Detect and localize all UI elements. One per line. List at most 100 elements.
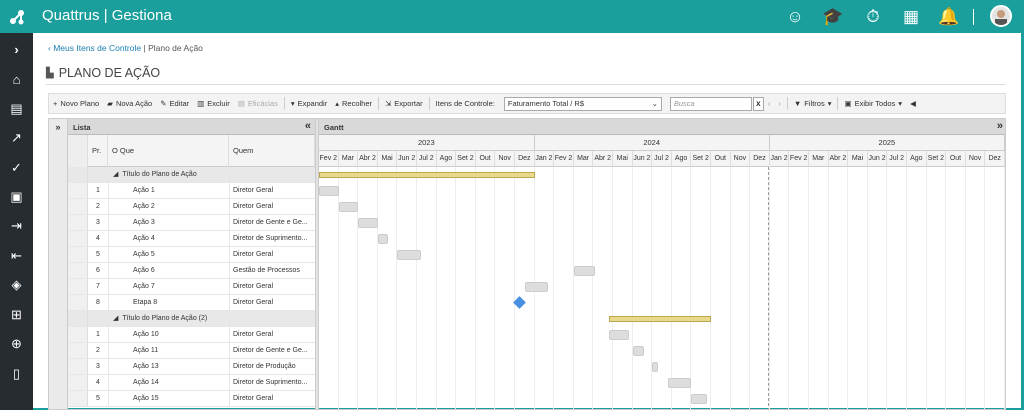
login-icon[interactable]: ⇤ — [0, 245, 33, 267]
what-cell[interactable]: ◢ Título do Plano de Ação (2) — [108, 311, 229, 326]
next-icon[interactable]: › — [774, 99, 785, 108]
task-bar[interactable] — [609, 330, 629, 340]
column-header-quem[interactable]: Quem — [229, 135, 315, 167]
avatar[interactable] — [990, 5, 1012, 27]
what-cell[interactable]: Ação 3 — [108, 215, 229, 230]
new-action-button[interactable]: ▰ Nova Ação — [103, 99, 156, 108]
table-row[interactable]: 5 Ação 15 Diretor Geral — [68, 391, 315, 407]
new-plan-button[interactable]: + Novo Plano — [49, 99, 103, 108]
table-row[interactable]: 2 Ação 2 Diretor Geral — [68, 199, 315, 215]
logo-icon[interactable] — [0, 0, 33, 33]
task-bar[interactable] — [338, 202, 359, 212]
who-cell[interactable]: Diretor Geral — [229, 295, 315, 310]
who-cell[interactable]: Gestão de Processos — [229, 263, 315, 278]
table-row[interactable]: 6 Ação 6 Gestão de Processos — [68, 263, 315, 279]
milestone-icon[interactable] — [513, 296, 526, 309]
expand-button[interactable]: ▾ Expandir — [287, 99, 331, 108]
filters-button[interactable]: ▼ Filtros ▾ — [790, 99, 836, 108]
table-row[interactable]: 3 Ação 3 Diretor de Gente e Ge... — [68, 215, 315, 231]
delete-button[interactable]: ▥ Excluir — [193, 99, 234, 108]
graduation-cap-icon[interactable]: 🎓 — [822, 6, 844, 28]
who-cell[interactable]: Diretor Geral — [229, 279, 315, 294]
collapse-group-icon[interactable]: ◢ — [113, 315, 118, 322]
apps-grid-icon[interactable]: ▦ — [900, 6, 922, 28]
summary-bar[interactable] — [319, 172, 535, 178]
export-icon[interactable]: ⇥ — [0, 215, 33, 237]
stopwatch-icon[interactable]: ⏱ — [862, 6, 884, 28]
what-cell[interactable]: Ação 4 — [108, 231, 229, 246]
table-row[interactable]: 8 Etapa 8 Diretor Geral — [68, 295, 315, 311]
table-row[interactable]: 7 Ação 7 Diretor Geral — [68, 279, 315, 295]
what-cell[interactable]: Ação 11 — [108, 343, 229, 358]
org-chart-icon[interactable]: ⊞ — [0, 304, 33, 326]
task-bar[interactable] — [632, 346, 645, 356]
what-cell[interactable]: Ação 10 — [108, 327, 229, 342]
efficacy-button[interactable]: ▤ Eficácias — [234, 99, 282, 108]
column-header-pr[interactable]: Pr. — [88, 135, 108, 167]
who-cell[interactable] — [229, 311, 315, 326]
who-cell[interactable]: Diretor Geral — [229, 327, 315, 342]
who-cell[interactable]: Diretor de Gente e Ge... — [229, 215, 315, 230]
collapse-button[interactable]: ▴ Recolher — [331, 99, 376, 108]
export-button[interactable]: ⇲ Exportar — [381, 99, 427, 108]
summary-bar[interactable] — [609, 316, 711, 322]
search-input[interactable]: Busca — [669, 96, 752, 111]
table-row[interactable]: 3 Ação 13 Diretor de Produção — [68, 359, 315, 375]
task-bar[interactable] — [358, 218, 378, 228]
who-cell[interactable] — [229, 167, 315, 182]
who-cell[interactable]: Diretor Geral — [229, 199, 315, 214]
what-cell[interactable]: Etapa 8 — [108, 295, 229, 310]
globe-icon[interactable]: ⊕ — [0, 333, 33, 355]
task-bar[interactable] — [652, 362, 659, 372]
task-bar[interactable] — [319, 186, 339, 196]
home-icon[interactable]: ⌂ — [0, 69, 33, 91]
book-icon[interactable]: ▯ — [0, 363, 33, 385]
task-bar[interactable] — [377, 234, 388, 244]
expand-left-icon[interactable]: » — [49, 119, 67, 132]
breadcrumb-link[interactable]: Meus Itens de Controle — [53, 43, 141, 53]
bell-icon[interactable]: 🔔 — [938, 6, 960, 28]
task-bar[interactable] — [524, 282, 549, 292]
who-cell[interactable]: Diretor Geral — [229, 391, 315, 406]
who-cell[interactable]: Diretor de Gente e Ge... — [229, 343, 315, 358]
what-cell[interactable]: Ação 1 — [108, 183, 229, 198]
notifications-chat-icon[interactable]: ☺ — [784, 6, 806, 28]
expand-gantt-icon[interactable]: » — [997, 120, 1003, 132]
task-bar[interactable] — [573, 266, 596, 276]
task-bar[interactable] — [397, 250, 421, 260]
what-cell[interactable]: Ação 6 — [108, 263, 229, 278]
layers-icon[interactable]: ◈ — [0, 274, 33, 296]
control-items-select[interactable]: Faturamento Total / R$ ⌄ — [503, 96, 662, 111]
table-row[interactable]: 2 Ação 11 Diretor de Gente e Ge... — [68, 343, 315, 359]
expand-sidebar-icon[interactable]: › — [0, 39, 33, 61]
trend-icon[interactable]: ↗ — [0, 127, 33, 149]
table-row[interactable]: ◢ Título do Plano de Ação — [68, 167, 315, 183]
what-cell[interactable]: ◢ Título do Plano de Ação — [108, 167, 229, 182]
table-row[interactable]: 4 Ação 14 Diretor de Suprimento... — [68, 375, 315, 391]
left-collapse-strip[interactable]: » — [49, 119, 68, 409]
what-cell[interactable]: Ação 5 — [108, 247, 229, 262]
dashboard-icon[interactable]: ▤ — [0, 98, 33, 120]
show-all-button[interactable]: ▣ Exibir Todos ▾ — [840, 99, 906, 108]
table-row[interactable]: 4 Ação 4 Diretor de Suprimento... — [68, 231, 315, 247]
table-row[interactable]: ◢ Título do Plano de Ação (2) — [68, 311, 315, 327]
what-cell[interactable]: Ação 7 — [108, 279, 229, 294]
what-cell[interactable]: Ação 15 — [108, 391, 229, 406]
collapse-list-icon[interactable]: « — [305, 120, 311, 132]
back-circle-icon[interactable]: ◀ — [906, 99, 920, 108]
who-cell[interactable]: Diretor de Suprimento... — [229, 231, 315, 246]
what-cell[interactable]: Ação 14 — [108, 375, 229, 390]
task-bar[interactable] — [667, 378, 692, 388]
breadcrumb-back-icon[interactable]: ‹ — [48, 43, 51, 53]
who-cell[interactable]: Diretor Geral — [229, 183, 315, 198]
edit-button[interactable]: ✎ Editar — [156, 99, 193, 108]
calendar-icon[interactable]: ▣ — [0, 186, 33, 208]
column-header-oque[interactable]: O Que — [108, 135, 229, 167]
what-cell[interactable]: Ação 13 — [108, 359, 229, 374]
table-row[interactable]: 5 Ação 5 Diretor Geral — [68, 247, 315, 263]
table-row[interactable]: 1 Ação 1 Diretor Geral — [68, 183, 315, 199]
collapse-group-icon[interactable]: ◢ — [113, 171, 118, 178]
prev-icon[interactable]: ‹ — [764, 99, 775, 108]
who-cell[interactable]: Diretor de Produção — [229, 359, 315, 374]
tasks-check-icon[interactable]: ✓ — [0, 157, 33, 179]
